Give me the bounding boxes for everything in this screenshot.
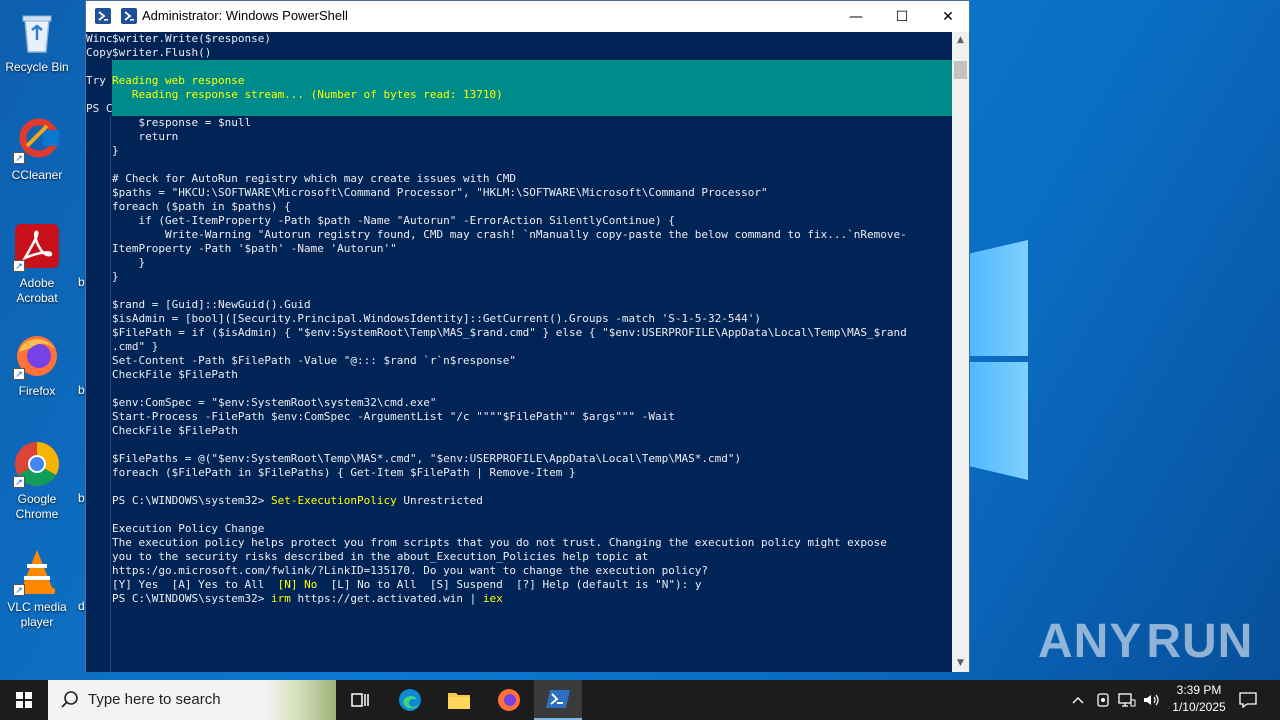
edge-icon — [399, 689, 421, 711]
taskbar-file-explorer[interactable] — [435, 680, 483, 720]
console-text-body: $response = $null return } # Check for A… — [112, 116, 907, 606]
search-placeholder: Type here to search — [88, 691, 221, 708]
nested-console-border — [110, 116, 111, 672]
progress-title: Reading web response — [112, 74, 245, 87]
taskbar-firefox[interactable] — [485, 680, 533, 720]
chevron-up-icon — [1072, 697, 1084, 704]
maximize-button[interactable]: ☐ — [879, 1, 925, 32]
scroll-down-arrow-icon[interactable]: ▼ — [952, 655, 969, 672]
desktop-icon-google-chrome[interactable]: ↗ Google Chrome — [2, 440, 72, 522]
powershell-window[interactable]: Administrator: Windows PowerShell — ☐ ✕ … — [85, 0, 970, 672]
security-shield-icon — [1097, 693, 1109, 707]
progress-banner: Reading web response Reading response st… — [112, 60, 952, 116]
powershell-icon — [95, 8, 111, 24]
desktop-icon-label-fragment: b — [78, 491, 85, 505]
title-bar[interactable]: Administrator: Windows PowerShell — ☐ ✕ — [86, 1, 969, 32]
tray-network-badge[interactable] — [1092, 680, 1114, 720]
command-name: irm — [270, 592, 291, 605]
taskbar-powershell[interactable] — [534, 680, 582, 720]
desktop-icon-ccleaner[interactable]: ↗ CCleaner — [2, 116, 72, 183]
command-name: iex — [482, 592, 503, 605]
desktop-icon-recycle-bin[interactable]: Recycle Bin — [2, 8, 72, 75]
windows-start-icon — [16, 692, 32, 708]
scroll-up-arrow-icon[interactable]: ▲ — [952, 32, 969, 49]
prompt: PS C:\WINDOWS\system32> — [112, 494, 271, 507]
speaker-icon — [1144, 694, 1159, 706]
background-console-text: Winc Copy Try PS C — [86, 32, 112, 672]
minimize-button[interactable]: — — [833, 1, 879, 32]
window-title: Administrator: Windows PowerShell — [142, 8, 348, 23]
acrobat-icon: ↗ — [13, 224, 61, 272]
powershell-icon — [121, 8, 137, 24]
windows-logo-wallpaper — [968, 240, 1030, 480]
desktop-icon-label-fragment: d — [78, 599, 85, 613]
desktop-icon-adobe-acrobat[interactable]: ↗ Adobe Acrobat — [2, 224, 72, 306]
choice-prompt: [Y] Yes [A] Yes to All — [112, 578, 278, 591]
search-highlight-image — [266, 680, 336, 720]
search-icon — [61, 691, 78, 708]
vlc-icon: ↗ — [13, 548, 61, 596]
execution-policy-message: Execution Policy Change The execution po… — [112, 522, 887, 577]
console-text-top: $writer.Write($response) $writer.Flush() — [112, 32, 271, 59]
desktop-icon-firefox[interactable]: ↗ Firefox — [2, 332, 72, 399]
taskbar: Type here to search 3:39 PM 1/10/2025 — [0, 680, 1280, 720]
vertical-scrollbar[interactable]: ▲ ▼ — [952, 32, 969, 672]
desktop: ANY RUN Recycle Bin ↗ CCleaner ↗ Adobe A… — [0, 0, 1280, 680]
desktop-icon-vlc[interactable]: ↗ VLC media player — [2, 548, 72, 630]
recycle-bin-icon — [13, 8, 61, 56]
choice-prompt-rest: [L] No to All [S] Suspend [?] Help (defa… — [317, 578, 702, 591]
start-button[interactable] — [0, 680, 48, 720]
task-view-button[interactable] — [336, 680, 384, 720]
ccleaner-icon: ↗ — [13, 116, 61, 164]
task-view-icon — [351, 693, 369, 707]
progress-status: Reading response stream... (Number of by… — [112, 88, 503, 101]
command-argument: Unrestricted — [396, 494, 483, 507]
command-argument: https://get.activated.win | — [290, 592, 483, 605]
command-name: Set-ExecutionPolicy — [270, 494, 397, 507]
network-icon — [1118, 693, 1136, 707]
taskbar-search-box[interactable]: Type here to search — [48, 680, 336, 720]
clock-date: 1/10/2025 — [1172, 700, 1226, 714]
prompt: PS C:\WINDOWS\system32> — [112, 592, 271, 605]
firefox-icon: ↗ — [13, 332, 61, 380]
chrome-icon: ↗ — [13, 440, 61, 488]
notification-icon — [1239, 692, 1257, 708]
desktop-icon-label-fragment: b — [78, 275, 85, 289]
show-hidden-icons-button[interactable] — [1068, 680, 1088, 720]
taskbar-edge[interactable] — [386, 680, 434, 720]
console-output[interactable]: Winc Copy Try PS C $writer.Write($respon… — [86, 32, 952, 672]
firefox-icon — [498, 689, 520, 711]
taskbar-clock[interactable]: 3:39 PM 1/10/2025 — [1160, 682, 1238, 716]
clock-time: 3:39 PM — [1176, 683, 1222, 697]
desktop-icon-label-fragment: b — [78, 383, 85, 397]
scrollbar-thumb[interactable] — [954, 61, 967, 79]
folder-icon — [448, 693, 470, 709]
tray-volume[interactable] — [1140, 680, 1162, 720]
choice-default: [N] No — [277, 578, 318, 591]
script-body: $response = $null return } # Check for A… — [112, 116, 907, 479]
action-center-button[interactable] — [1236, 680, 1260, 720]
powershell-icon — [546, 690, 570, 708]
tray-network[interactable] — [1116, 680, 1138, 720]
anyrun-watermark: ANY RUN — [1038, 614, 1254, 668]
close-button[interactable]: ✕ — [925, 1, 971, 32]
